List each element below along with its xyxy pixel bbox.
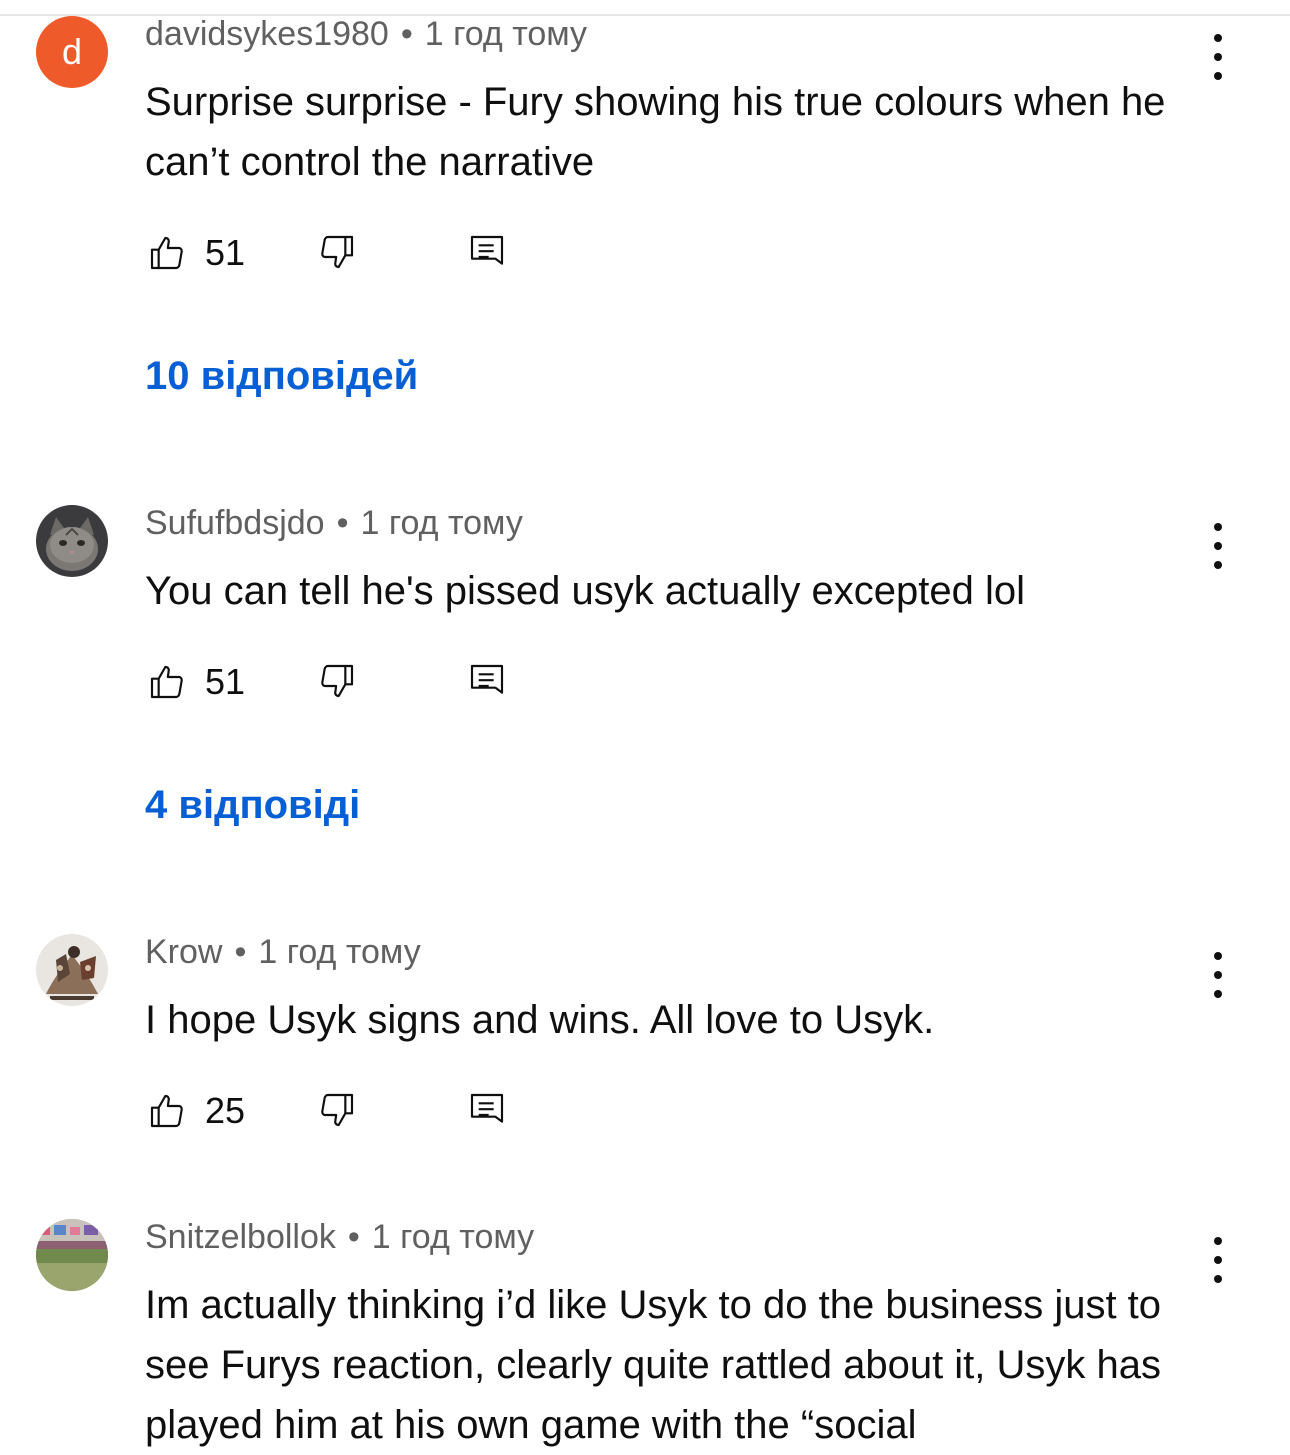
more-options-button[interactable]	[1200, 34, 1236, 80]
comment-actions: 25	[145, 1090, 545, 1134]
avatar-letter: d	[61, 31, 83, 72]
meta-separator: •	[336, 504, 349, 542]
like-count: 25	[205, 1090, 246, 1131]
comment-text: You can tell he's pissed usyk actually e…	[145, 569, 1026, 613]
comment-author[interactable]: Krow	[145, 933, 222, 971]
comment-actions: 51	[145, 661, 545, 705]
view-replies-link[interactable]: 10 відповідей	[145, 354, 418, 399]
thumbs-down-icon	[321, 664, 354, 698]
meta-separator: •	[400, 15, 413, 53]
more-vertical-icon-dot	[1214, 1256, 1222, 1264]
avatar[interactable]	[36, 1219, 108, 1291]
comment-author[interactable]: davidsykes1980	[145, 15, 389, 53]
reply-comment-icon	[470, 1093, 504, 1123]
more-vertical-icon-dot	[1214, 72, 1222, 80]
comment-text: I hope Usyk signs and wins. All love to …	[145, 998, 935, 1042]
reply-button[interactable]	[467, 1090, 507, 1130]
comment-author[interactable]: Sufufbdsjdo	[145, 504, 325, 542]
more-options-button[interactable]	[1200, 1237, 1236, 1283]
more-vertical-icon	[1214, 952, 1222, 960]
comment-time[interactable]: 1 год тому	[258, 933, 420, 971]
avatar-rider-image	[36, 934, 108, 1006]
more-vertical-icon-dot	[1214, 561, 1222, 569]
more-vertical-icon	[1214, 523, 1222, 531]
avatar[interactable]	[36, 934, 108, 1006]
more-vertical-icon-dot	[1214, 1275, 1222, 1283]
view-replies-link[interactable]: 4 відповіді	[145, 783, 360, 828]
like-button[interactable]: 51	[147, 661, 245, 703]
like-count: 51	[205, 661, 246, 702]
comment-author[interactable]: Snitzelbollok	[145, 1218, 336, 1256]
comment-time[interactable]: 1 год тому	[372, 1218, 534, 1256]
more-options-button[interactable]	[1200, 523, 1236, 569]
like-count: 51	[205, 232, 246, 273]
thumbs-up-icon	[150, 236, 183, 270]
more-options-button[interactable]	[1200, 952, 1236, 998]
reply-comment-icon	[470, 664, 504, 694]
avatar[interactable]	[36, 505, 108, 577]
more-vertical-icon	[1214, 1237, 1222, 1245]
dislike-button[interactable]	[317, 232, 357, 272]
comment-meta: Krow • 1 год тому	[145, 930, 421, 974]
more-vertical-icon-dot	[1214, 542, 1222, 550]
like-button[interactable]: 51	[147, 232, 245, 274]
comment-text: Im actually thinking i’d like Usyk to do…	[145, 1283, 1162, 1447]
like-button[interactable]: 25	[147, 1090, 245, 1132]
reply-button[interactable]	[467, 232, 507, 272]
meta-separator: •	[347, 1218, 360, 1256]
thumbs-down-icon	[321, 235, 354, 269]
comment-text: Surprise surprise - Fury showing his tru…	[145, 80, 1166, 184]
avatar-stadium-image	[36, 1219, 108, 1291]
reply-comment-icon	[470, 235, 504, 265]
more-vertical-icon-dot	[1214, 53, 1222, 61]
dislike-button[interactable]	[317, 1090, 357, 1130]
thumbs-up-icon	[150, 1094, 183, 1128]
comment-actions: 51	[145, 232, 545, 276]
comment-meta: Snitzelbollok • 1 год тому	[145, 1215, 534, 1259]
avatar-cat-image	[36, 505, 108, 577]
comment-time[interactable]: 1 год тому	[361, 504, 523, 542]
more-vertical-icon-dot	[1214, 990, 1222, 998]
thumbs-down-icon	[321, 1093, 354, 1127]
comment-time[interactable]: 1 год тому	[425, 15, 587, 53]
more-vertical-icon	[1214, 34, 1222, 42]
dislike-button[interactable]	[317, 661, 357, 701]
comment-meta: Sufufbdsjdo • 1 год тому	[145, 501, 523, 545]
meta-separator: •	[234, 933, 247, 971]
comment-meta: davidsykes1980 • 1 год тому	[145, 12, 587, 56]
reply-button[interactable]	[467, 661, 507, 701]
more-vertical-icon-dot	[1214, 971, 1222, 979]
avatar[interactable]: d	[36, 16, 108, 88]
thumbs-up-icon	[150, 665, 183, 699]
